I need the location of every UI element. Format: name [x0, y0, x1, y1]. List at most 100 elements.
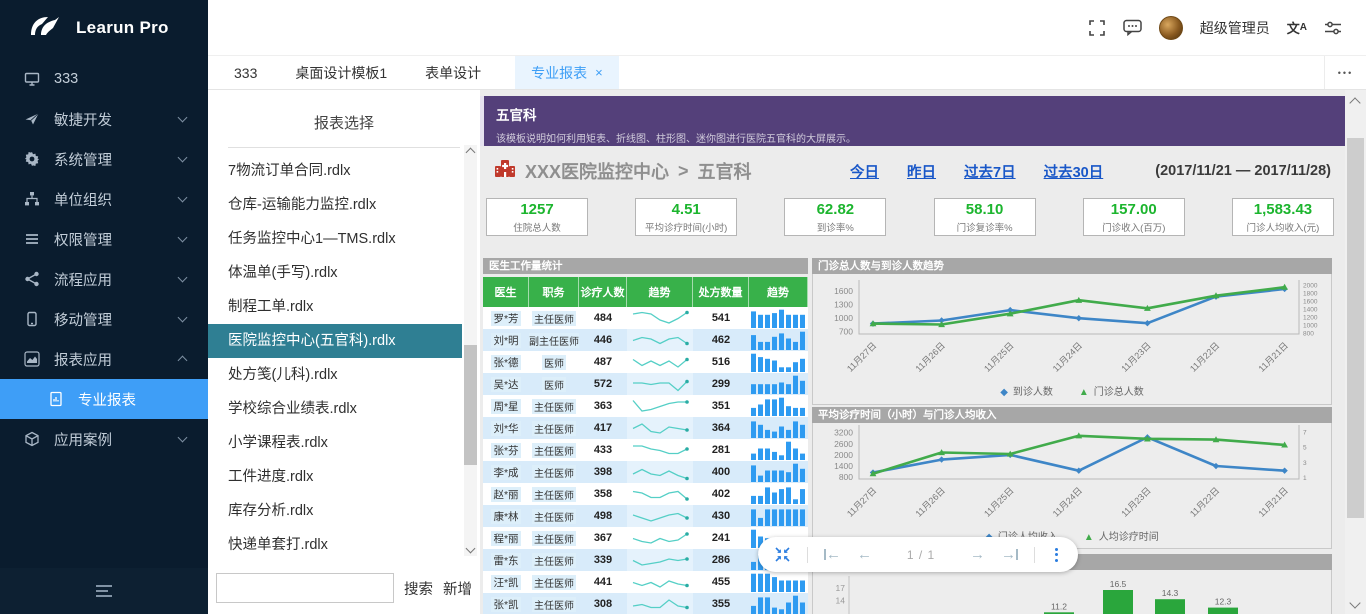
legend-label: 门诊总人数: [1094, 387, 1144, 398]
tab-333[interactable]: 333: [222, 56, 269, 89]
scroll-up-icon[interactable]: [1349, 97, 1360, 108]
chevron-down-icon: [178, 313, 188, 323]
filter-link-今日[interactable]: 今日: [850, 161, 879, 182]
rx-count: 455: [693, 571, 749, 593]
message-button[interactable]: [1123, 19, 1142, 36]
arrow-left-icon: ←: [826, 546, 841, 563]
trend-bars: [749, 307, 808, 329]
rx-count: 462: [693, 329, 749, 351]
prev-page-button[interactable]: ←: [857, 546, 872, 563]
fullscreen-button[interactable]: [1088, 19, 1106, 37]
arrow-right-icon: →: [1001, 546, 1016, 563]
last-page-button[interactable]: →: [1001, 546, 1018, 563]
doctor-row: 汪*凯主任医师441455: [483, 571, 808, 593]
sidebar-item-移动管理[interactable]: 移动管理: [0, 299, 208, 339]
kpi-label: 门诊人均收入(元): [1233, 220, 1333, 234]
sidebar-item-label: 专业报表: [78, 389, 136, 410]
tabs-more-button[interactable]: •••: [1324, 56, 1366, 89]
sidebar-item-系统管理[interactable]: 系统管理: [0, 139, 208, 179]
tab-桌面设计模板1[interactable]: 桌面设计模板1: [283, 56, 399, 89]
report-item[interactable]: 医院监控中心(五官科).rdlx: [208, 324, 462, 358]
report-list-scrollbar[interactable]: [464, 145, 477, 556]
kpi-card: 1257住院总人数: [486, 198, 588, 236]
trend-sparkline: [627, 461, 693, 483]
sidebar-item-报表应用[interactable]: 报表应用: [0, 339, 208, 379]
collapse-sidebar-icon[interactable]: [96, 585, 112, 597]
chevron-down-icon: [178, 153, 188, 163]
scrollbar-thumb[interactable]: [464, 345, 477, 465]
fit-page-icon[interactable]: [774, 546, 791, 563]
chart1-body: 7001000130016002000180016001400120010008…: [812, 274, 1332, 405]
doctor-name: 雷*东: [483, 549, 529, 571]
doctor-row: 刘*华主任医师417364: [483, 417, 808, 439]
svg-text:1000: 1000: [834, 313, 853, 323]
trend-sparkline: [627, 549, 693, 571]
report-search-bar: 搜索 新增: [208, 562, 480, 614]
next-page-button[interactable]: →: [970, 546, 985, 563]
monitor-icon: [24, 71, 40, 87]
sidebar-item-流程应用[interactable]: 流程应用: [0, 259, 208, 299]
settings-icon[interactable]: [1324, 20, 1342, 36]
svg-text:1600: 1600: [834, 286, 853, 296]
svg-text:11月27日: 11月27日: [845, 340, 878, 373]
svg-text:1400: 1400: [1303, 307, 1318, 314]
sidebar-item-敏捷开发[interactable]: 敏捷开发: [0, 99, 208, 139]
add-report-button[interactable]: 新增: [443, 578, 472, 599]
scrollbar-thumb[interactable]: [1347, 138, 1364, 518]
page-scrollbar[interactable]: [1345, 90, 1366, 614]
scroll-up-icon[interactable]: [466, 148, 476, 158]
report-item[interactable]: 体温单(手写).rdlx: [208, 256, 462, 290]
report-item[interactable]: 制程工单.rdlx: [208, 290, 462, 324]
trend-bars: [749, 505, 808, 527]
filter-link-过去30日[interactable]: 过去30日: [1044, 161, 1104, 182]
kpi-value: 157.00: [1084, 201, 1184, 218]
report-item[interactable]: 库存分析.rdlx: [208, 494, 462, 528]
report-item[interactable]: 处方笺(儿科).rdlx: [208, 358, 462, 392]
doctor-row: 周*星主任医师363351: [483, 395, 808, 417]
line-chart: 3200260020001400800753111月27日11月26日11月25…: [813, 423, 1331, 523]
tab-专业报表[interactable]: 专业报表×: [515, 56, 619, 89]
sidebar-item-label: 单位组织: [54, 189, 112, 210]
svg-text:1600: 1600: [1303, 298, 1318, 305]
legend-item: ◆到诊人数: [1000, 383, 1053, 398]
doctor-name: 张*德: [483, 351, 529, 373]
legend-marker: ◆: [1000, 387, 1008, 398]
svg-text:11月26日: 11月26日: [914, 340, 947, 373]
sidebar-item-权限管理[interactable]: 权限管理: [0, 219, 208, 259]
report-item[interactable]: 学校综合业绩表.rdlx: [208, 392, 462, 426]
first-page-button[interactable]: ←: [824, 546, 841, 563]
report-item[interactable]: 快递单套打.rdlx: [208, 528, 462, 558]
doctor-name: 汪*凯: [483, 571, 529, 593]
sidebar-item-label: 权限管理: [54, 229, 112, 250]
tab-close-icon[interactable]: ×: [595, 65, 603, 80]
patient-count: 441: [579, 571, 627, 593]
report-search-input[interactable]: [216, 573, 394, 603]
report-chooser-title: 报表选择: [208, 90, 480, 133]
user-name[interactable]: 超级管理员: [1200, 18, 1270, 38]
svg-text:1400: 1400: [834, 461, 853, 471]
scroll-down-icon[interactable]: [466, 544, 476, 554]
report-item[interactable]: 工件进度.rdlx: [208, 460, 462, 494]
patient-count: 417: [579, 417, 627, 439]
filter-link-过去7日[interactable]: 过去7日: [964, 161, 1016, 182]
report-item[interactable]: 任务监控中心1—TMS.rdlx: [208, 222, 462, 256]
svg-text:17: 17: [836, 583, 846, 593]
pager-menu-icon[interactable]: [1051, 548, 1062, 562]
avatar[interactable]: [1159, 16, 1183, 40]
tab-表单设计[interactable]: 表单设计: [413, 56, 493, 89]
language-icon[interactable]: 文A: [1287, 18, 1307, 37]
sidebar-item-单位组织[interactable]: 单位组织: [0, 179, 208, 219]
report-item[interactable]: 7物流订单合同.rdlx: [208, 154, 462, 188]
patient-count: 484: [579, 307, 627, 329]
report-item[interactable]: 仓库-运输能力监控.rdlx: [208, 188, 462, 222]
filter-link-昨日[interactable]: 昨日: [907, 161, 936, 182]
rx-count: 400: [693, 461, 749, 483]
search-button[interactable]: 搜索: [404, 578, 433, 599]
sidebar-item-专业报表[interactable]: 专业报表: [0, 379, 208, 419]
sidebar-item-333[interactable]: 333: [0, 59, 208, 99]
scroll-down-icon[interactable]: [1349, 597, 1360, 608]
sidebar-item-应用案例[interactable]: 应用案例: [0, 419, 208, 459]
patient-count: 363: [579, 395, 627, 417]
report-item[interactable]: 小学课程表.rdlx: [208, 426, 462, 460]
doctor-title: 主任医师: [529, 439, 579, 461]
